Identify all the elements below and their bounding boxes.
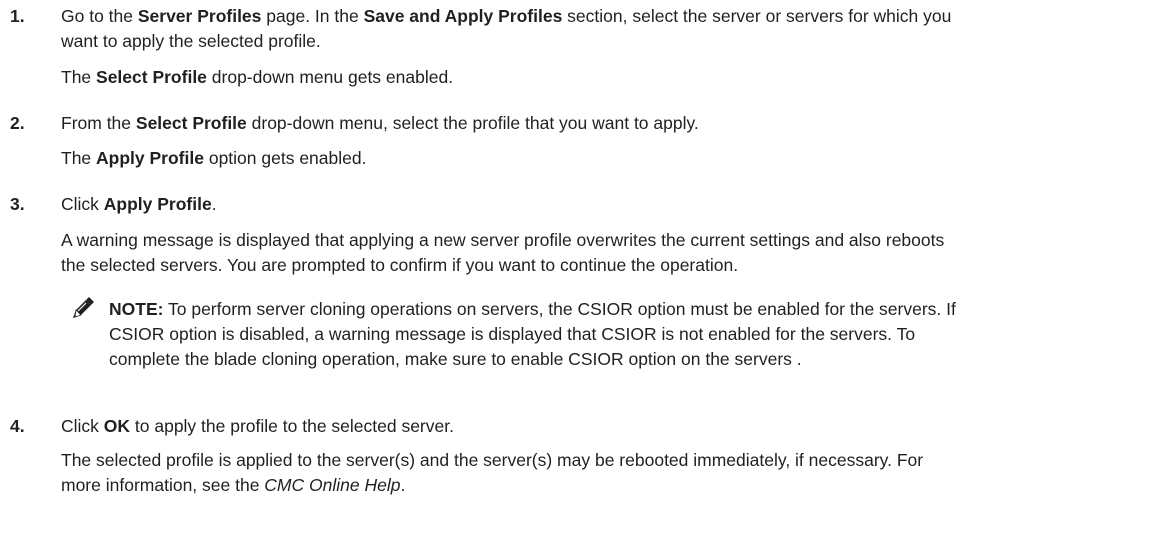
- step-4-instruction: Click OK to apply the profile to the sel…: [61, 414, 454, 439]
- note-label: NOTE:: [109, 299, 164, 319]
- text-run: From the: [61, 113, 136, 133]
- text-run: .: [400, 475, 406, 495]
- ui-term-server-profiles: Server Profiles: [137, 6, 262, 26]
- step-number: 1.: [10, 6, 25, 26]
- procedure-document: 1. Go to the Server Profiles page. In th…: [0, 0, 1175, 541]
- step-1-result: The Select Profile drop-down menu gets e…: [61, 65, 453, 90]
- step-1-instruction: Go to the Server Profiles page. In the S…: [61, 4, 951, 29]
- ui-term-select-profile: Select Profile: [96, 67, 207, 87]
- step-3-instruction: Click Apply Profile.: [61, 192, 217, 217]
- note-line-2: CSIOR option is disabled, a warning mess…: [109, 324, 916, 344]
- note-line-1: NOTE: To perform server cloning operatio…: [109, 297, 956, 322]
- text-run: option gets enabled.: [203, 148, 367, 168]
- step-4-result-line-2: more information, see the CMC Online Hel…: [61, 473, 405, 498]
- step-2-result: The Apply Profile option gets enabled.: [61, 146, 366, 171]
- step-2-instruction: From the Select Profile drop-down menu, …: [61, 111, 699, 136]
- note-line-3: complete the blade cloning operation, ma…: [109, 349, 802, 369]
- step-3-result-line-1: A warning message is displayed that appl…: [61, 230, 945, 250]
- text-run: drop-down menu gets enabled.: [206, 67, 454, 87]
- text-run: want to apply the selected profile.: [61, 31, 321, 51]
- text-run: The: [61, 67, 97, 87]
- ui-term-apply-profile: Apply Profile: [103, 194, 212, 214]
- ui-term-save-apply-profiles: Save and Apply Profiles: [363, 6, 563, 26]
- text-run: Go to the: [61, 6, 138, 26]
- text-run: The: [61, 148, 97, 168]
- step-4-result-line-1: The selected profile is applied to the s…: [61, 450, 924, 470]
- doc-reference-cmc-online-help: CMC Online Help: [264, 475, 401, 495]
- step-1-instruction-cont: want to apply the selected profile.: [61, 29, 321, 54]
- text-run: to apply the profile to the selected ser…: [130, 416, 454, 436]
- pencil-note-icon: [73, 297, 94, 318]
- text-run: To perform server cloning operations on …: [163, 299, 956, 319]
- step-number: 2.: [10, 113, 25, 133]
- ui-term-ok: OK: [103, 416, 131, 436]
- text-run: Click: [61, 416, 104, 436]
- step-number: 3.: [10, 194, 25, 214]
- text-run: section, select the server or servers fo…: [562, 6, 952, 26]
- text-run: Click: [61, 194, 104, 214]
- text-run: drop-down menu, select the profile that …: [246, 113, 699, 133]
- step-number: 4.: [10, 416, 25, 436]
- text-run: page. In the: [261, 6, 364, 26]
- step-3-result-line-2: the selected servers. You are prompted t…: [61, 255, 739, 275]
- text-run: more information, see the: [61, 475, 265, 495]
- ui-term-apply-profile: Apply Profile: [96, 148, 204, 168]
- ui-term-select-profile: Select Profile: [135, 113, 247, 133]
- text-run: .: [211, 194, 217, 214]
